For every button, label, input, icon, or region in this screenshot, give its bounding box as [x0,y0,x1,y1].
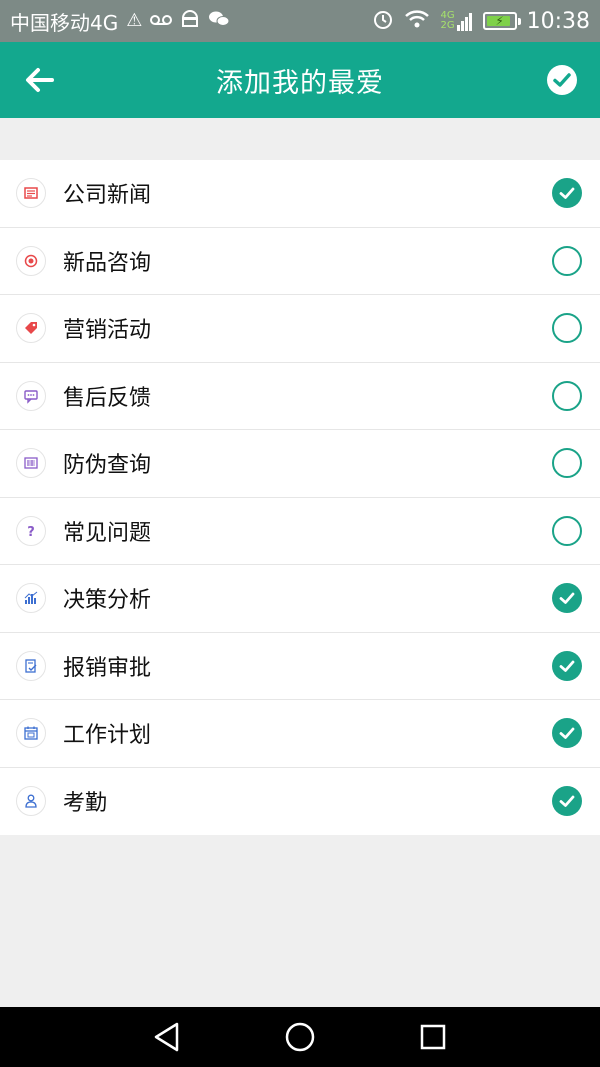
person-icon [16,786,46,817]
favorites-list: 公司新闻 新品咨询 营销活动 售后反馈 防伪查询? 常见问题 决策分析 报销审批 工作计划 考勤 [0,160,600,835]
app-bar: 添加我的最爱 [0,42,600,118]
battery-icon: ⚡ [482,12,521,30]
android-icon [180,10,200,32]
favorite-item[interactable]: 新品咨询 [0,228,600,295]
check-circle-icon [547,65,577,95]
confirm-button[interactable] [546,64,578,96]
wifi-icon [404,9,430,33]
network-2g-label: 2G [440,20,455,31]
carrier-label: 中国移动4G [10,10,119,35]
bar-chart-icon [16,583,46,614]
square-recents-icon [421,1024,446,1050]
warning-icon: ⚠ [126,10,143,31]
checked-icon [559,795,575,808]
favorite-item[interactable]: 防伪查询 [0,430,600,498]
favorite-item[interactable]: 公司新闻 [0,160,600,228]
nav-recents-button[interactable] [413,1017,453,1057]
clock-label: 10:38 [526,8,590,34]
alarm-icon [372,8,394,34]
nav-back-button[interactable] [147,1017,187,1057]
checkbox-checked[interactable] [552,786,582,817]
question-icon: ? [16,515,46,546]
tag-icon [16,313,46,344]
checked-icon [559,727,575,740]
calendar-icon [16,718,46,749]
favorite-item-label: 防伪查询 [63,453,152,479]
favorite-item-label: 常见问题 [63,520,152,546]
favorite-item-label: 新品咨询 [63,250,152,276]
favorite-item[interactable]: 售后反馈 [0,363,600,430]
checkbox-checked[interactable] [552,718,582,749]
circle-home-icon [285,1022,315,1052]
checkbox-checked[interactable] [552,650,582,681]
favorite-item[interactable]: 报销审批 [0,633,600,700]
checked-icon [559,187,575,200]
favorite-item-label: 决策分析 [63,588,152,614]
favorite-item[interactable]: 营销活动 [0,295,600,363]
page-title: 添加我的最爱 [216,67,384,99]
favorite-item-label: 公司新闻 [63,183,152,209]
navigation-bar [0,1007,600,1067]
arrow-left-icon [26,68,54,92]
charging-bolt-icon: ⚡ [495,14,504,28]
favorite-item-label: 考勤 [63,791,108,817]
checked-icon [559,592,575,605]
voicemail-icon [150,12,173,30]
nav-home-button[interactable] [280,1017,320,1057]
checkbox-unchecked[interactable] [552,515,582,546]
status-right: 4G 2G ⚡ 10:38 [372,8,590,34]
favorite-item[interactable]: 工作计划 [0,700,600,768]
checkbox-checked[interactable] [552,583,582,614]
signal-icon [456,13,472,31]
barcode-icon [16,448,46,479]
checkbox-unchecked[interactable] [552,448,582,479]
favorite-item[interactable]: ? 常见问题 [0,498,600,565]
approval-icon [16,650,46,681]
wechat-icon [208,10,230,32]
svg-text:?: ? [27,525,35,539]
new-product-icon [16,245,46,276]
status-left: 中国移动4G ⚠ [10,7,372,36]
newspaper-icon [16,178,46,209]
message-icon [16,380,46,411]
favorite-item-label: 售后反馈 [63,385,152,411]
favorite-item-label: 报销审批 [63,655,152,681]
network-badge: 4G 2G [440,11,472,31]
triangle-back-icon [154,1022,178,1052]
checkbox-unchecked[interactable] [552,380,582,411]
checkbox-unchecked[interactable] [552,313,582,344]
favorite-item-label: 工作计划 [63,723,152,749]
checkbox-checked[interactable] [552,178,582,209]
checkbox-unchecked[interactable] [552,245,582,276]
back-button[interactable] [20,60,60,100]
checked-icon [559,660,575,672]
favorite-item[interactable]: 考勤 [0,768,600,836]
favorite-item-label: 营销活动 [63,318,152,344]
status-bar: 中国移动4G ⚠ 4G 2G ⚡ 10:38 [0,0,600,42]
favorite-item[interactable]: 决策分析 [0,565,600,633]
